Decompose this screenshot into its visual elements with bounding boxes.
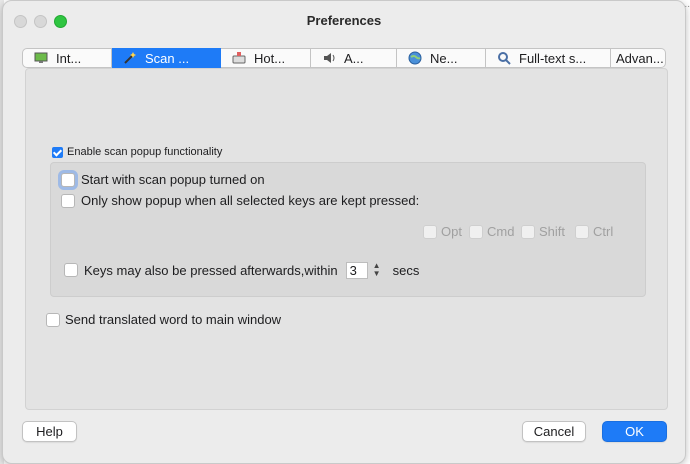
tab-label: Scan ... bbox=[145, 50, 190, 66]
tab-audio[interactable]: A... bbox=[311, 48, 397, 68]
shift-key-label: Shift bbox=[539, 224, 566, 239]
enable-scan-popup-option[interactable]: Enable scan popup functionality bbox=[52, 146, 222, 158]
tab-label: Ne... bbox=[430, 50, 458, 66]
cmd-key-checkbox[interactable] bbox=[469, 224, 483, 239]
tab-network[interactable]: Ne... bbox=[397, 48, 486, 68]
tab-label: A... bbox=[344, 50, 364, 66]
tab-scan-popup[interactable]: Scan ... bbox=[112, 48, 221, 68]
tab-advanced[interactable]: Advan... bbox=[611, 48, 666, 68]
ctrl-key-label: Ctrl bbox=[593, 224, 614, 239]
keys-afterwards-checkbox[interactable] bbox=[64, 263, 78, 277]
shift-key-checkbox[interactable] bbox=[521, 224, 535, 239]
preferences-window: Preferences Int... Scan ... Hot... A... bbox=[2, 0, 686, 464]
keys-afterwards-option[interactable]: Keys may also be pressed afterwards,with… bbox=[64, 260, 419, 280]
monitor-icon bbox=[33, 51, 49, 65]
tab-hotkeys[interactable]: Hot... bbox=[221, 48, 311, 68]
start-with-scan-popup-checkbox[interactable] bbox=[61, 172, 75, 187]
tab-label: Advan... bbox=[616, 50, 664, 66]
help-button[interactable]: Help bbox=[22, 421, 77, 442]
tab-bar: Int... Scan ... Hot... A... Ne... Full-t… bbox=[22, 48, 666, 69]
scan-popup-panel: Enable scan popup functionality Start wi… bbox=[25, 68, 668, 410]
within-seconds-stepper[interactable]: ▲ ▼ bbox=[371, 260, 383, 280]
modifier-key-shift[interactable]: Shift bbox=[521, 224, 565, 239]
cancel-button[interactable]: Cancel bbox=[522, 421, 586, 442]
cmd-key-label: Cmd bbox=[487, 224, 515, 239]
tab-label: Full-text s... bbox=[519, 50, 587, 66]
enable-scan-popup-label: Enable scan popup functionality bbox=[67, 146, 223, 158]
send-to-main-window-checkbox[interactable] bbox=[46, 312, 60, 327]
secs-label: secs bbox=[392, 262, 420, 278]
opt-key-checkbox[interactable] bbox=[423, 224, 437, 239]
globe-icon bbox=[407, 51, 423, 65]
modifier-key-cmd[interactable]: Cmd bbox=[469, 224, 514, 239]
start-with-scan-popup-option[interactable]: Start with scan popup turned on bbox=[61, 172, 265, 187]
only-show-popup-label: Only show popup when all selected keys a… bbox=[81, 193, 420, 208]
tab-label: Int... bbox=[56, 50, 82, 66]
window-title: Preferences bbox=[306, 13, 382, 28]
start-with-scan-popup-label: Start with scan popup turned on bbox=[81, 172, 265, 187]
only-show-popup-checkbox[interactable] bbox=[61, 193, 75, 208]
scan-options-group: Start with scan popup turned on Only sho… bbox=[50, 162, 646, 297]
magnifier-icon bbox=[496, 51, 512, 65]
keyboard-icon bbox=[231, 51, 247, 65]
modifier-key-ctrl[interactable]: Ctrl bbox=[575, 224, 613, 239]
stepper-down-icon[interactable]: ▼ bbox=[373, 270, 381, 278]
ok-button[interactable]: OK bbox=[602, 421, 667, 442]
enable-scan-popup-checkbox[interactable] bbox=[52, 146, 63, 158]
only-show-popup-option[interactable]: Only show popup when all selected keys a… bbox=[61, 193, 419, 208]
tab-interface[interactable]: Int... bbox=[22, 48, 112, 68]
title-bar[interactable]: Preferences bbox=[3, 1, 685, 41]
opt-key-label: Opt bbox=[441, 224, 462, 239]
wand-icon bbox=[122, 51, 138, 65]
ctrl-key-checkbox[interactable] bbox=[575, 224, 589, 239]
within-seconds-input[interactable]: 3 bbox=[345, 261, 368, 279]
keys-afterwards-label: Keys may also be pressed afterwards,with… bbox=[84, 262, 338, 278]
send-to-main-window-option[interactable]: Send translated word to main window bbox=[46, 312, 281, 327]
modifier-key-opt[interactable]: Opt bbox=[423, 224, 462, 239]
speaker-icon bbox=[321, 51, 337, 65]
send-to-main-window-label: Send translated word to main window bbox=[65, 312, 282, 327]
tab-full-text-search[interactable]: Full-text s... bbox=[486, 48, 611, 68]
tab-label: Hot... bbox=[254, 50, 286, 66]
